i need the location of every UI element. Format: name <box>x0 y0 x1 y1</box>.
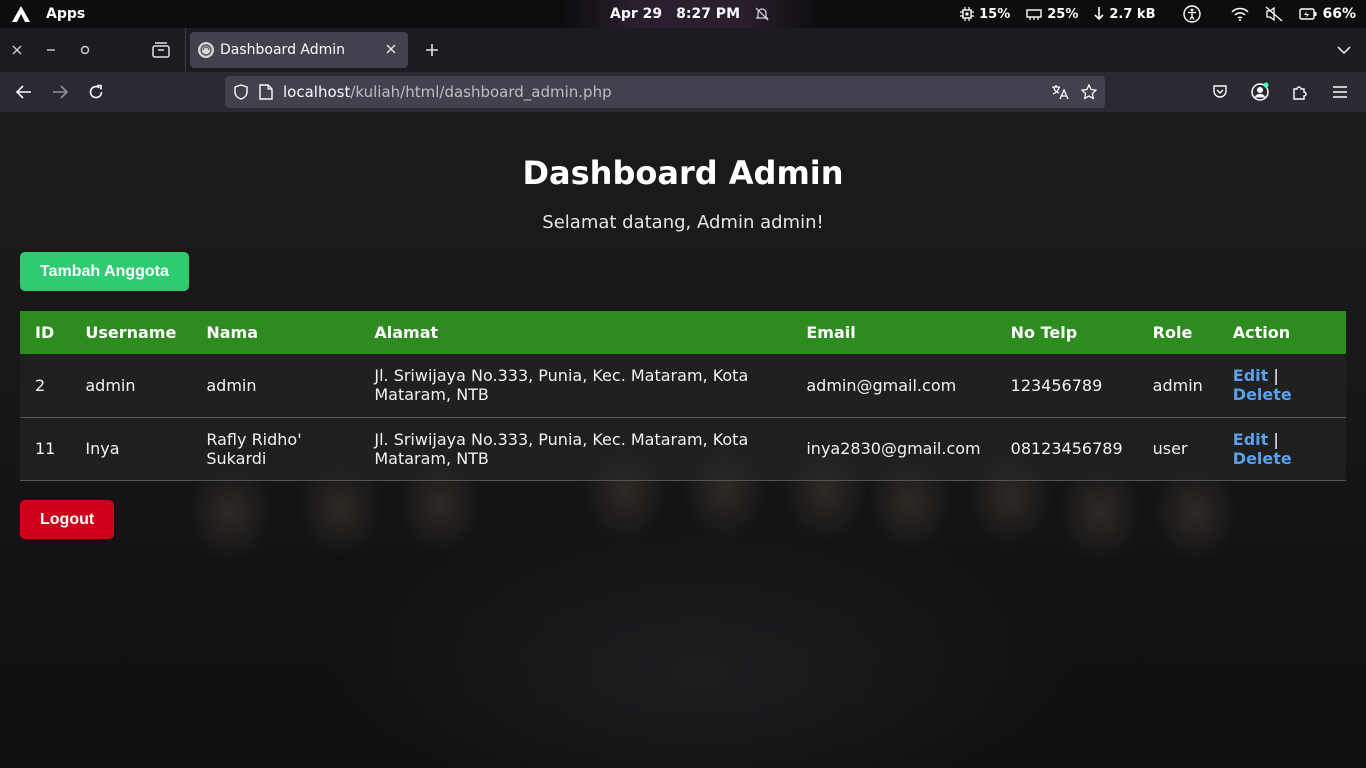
column-header-action: Action <box>1232 323 1291 342</box>
cell-email: inya2830@gmail.com <box>806 439 981 458</box>
edit-link[interactable]: Edit <box>1233 366 1269 385</box>
network-value: 2.7 kB <box>1109 6 1156 22</box>
url-host: localhost <box>283 83 351 101</box>
battery-value: 66% <box>1322 6 1356 22</box>
cpu-icon <box>960 7 975 21</box>
delete-link[interactable]: Delete <box>1233 449 1292 468</box>
cell-telp: 123456789 <box>1010 375 1103 395</box>
date-label: Apr 29 <box>609 6 663 22</box>
extensions-puzzle-icon[interactable] <box>1282 76 1318 108</box>
memory-value: 25% <box>1047 6 1079 22</box>
battery-charging-icon <box>1299 8 1317 20</box>
wifi-icon[interactable] <box>1231 7 1250 21</box>
accessibility-icon[interactable] <box>1183 5 1202 23</box>
forward-arrow-icon[interactable] <box>42 76 78 108</box>
clock-area[interactable]: Apr 29 8:27 PM <box>560 0 820 28</box>
battery-indicator[interactable]: 66% <box>1299 6 1356 22</box>
table-row: 2 admin admin Jl. Sriwijaya No.333, Puni… <box>20 354 1346 417</box>
page-info-icon[interactable] <box>259 84 273 100</box>
cell-id: 2 <box>35 375 46 395</box>
navigation-toolbar: localhost/kuliah/html/dashboard_admin.ph… <box>0 72 1366 112</box>
download-arrow-icon <box>1094 7 1104 21</box>
page-viewport: Dashboard Admin Selamat datang, Admin ad… <box>0 112 1366 768</box>
cell-nama: admin <box>206 375 257 395</box>
cell-action: Edit | Delete <box>1218 417 1346 480</box>
tab-close-icon[interactable] <box>382 42 400 58</box>
column-header-alamat: Alamat <box>374 323 439 342</box>
list-all-tabs-chevron-down-icon[interactable] <box>1332 38 1356 62</box>
url-path: /kuliah/html/dashboard_admin.php <box>350 83 612 101</box>
os-top-bar: Apps Apr 29 8:27 PM 15% 25% 2.7 kB 66% <box>0 0 1366 28</box>
time-label: 8:27 PM <box>676 6 740 22</box>
cell-alamat: Jl. Sriwijaya No.333, Punia, Kec. Matara… <box>374 429 749 468</box>
cell-username: Inya <box>85 439 120 458</box>
arch-logo-icon[interactable] <box>12 6 30 22</box>
tab-dashboard-admin[interactable]: Dashboard Admin <box>190 32 408 68</box>
column-header-nama: Nama <box>206 323 259 342</box>
cell-role: user <box>1152 439 1188 458</box>
firefox-view-icon[interactable] <box>144 28 178 72</box>
column-header-no-telp: No Telp <box>1010 323 1078 342</box>
new-tab-plus-icon[interactable] <box>420 38 444 62</box>
cell-telp: 08123456789 <box>1010 439 1123 458</box>
action-separator: | <box>1273 366 1279 386</box>
window-close-icon[interactable] <box>0 28 34 72</box>
url-text[interactable]: localhost/kuliah/html/dashboard_admin.ph… <box>283 83 612 101</box>
cell-email: admin@gmail.com <box>806 375 957 395</box>
welcome-message: Selamat datang, Admin admin! <box>542 212 824 233</box>
column-header-email: Email <box>806 323 856 342</box>
menu-hamburger-icon[interactable] <box>1322 76 1358 108</box>
site-favicon-icon <box>198 42 214 58</box>
cpu-indicator[interactable]: 15% <box>960 7 1010 22</box>
reload-icon[interactable] <box>78 76 114 108</box>
cell-role: admin <box>1152 375 1203 395</box>
cpu-value: 15% <box>979 6 1011 22</box>
cell-username: admin <box>85 375 136 395</box>
action-separator: | <box>1273 429 1279 449</box>
translate-icon[interactable] <box>1051 84 1069 100</box>
shield-tracking-protection-icon[interactable] <box>233 84 249 100</box>
window-controls <box>0 28 186 72</box>
page-title: Dashboard Admin <box>522 154 844 192</box>
network-indicator[interactable]: 2.7 kB <box>1094 7 1155 22</box>
table-row: 11 Inya Rafly Ridho' Sukardi Jl. Sriwija… <box>20 417 1346 480</box>
notifications-off-icon <box>754 6 770 22</box>
apps-launcher[interactable]: Apps <box>46 6 85 22</box>
url-bar[interactable]: localhost/kuliah/html/dashboard_admin.ph… <box>225 76 1105 108</box>
delete-link[interactable]: Delete <box>1233 385 1292 404</box>
cell-action: Edit | Delete <box>1218 354 1346 417</box>
memory-indicator[interactable]: 25% <box>1026 7 1078 22</box>
pocket-icon[interactable] <box>1202 76 1238 108</box>
logout-button[interactable]: Logout <box>20 500 115 539</box>
tab-strip: Dashboard Admin <box>0 28 1366 72</box>
memory-icon <box>1026 8 1042 20</box>
column-header-username: Username <box>85 323 177 342</box>
cell-id: 11 <box>35 439 56 458</box>
account-avatar-icon[interactable] <box>1242 76 1278 108</box>
table-header-row: ID Username Nama Alamat Email No Telp Ro… <box>20 311 1346 354</box>
column-header-role: Role <box>1152 323 1193 342</box>
cell-alamat: Jl. Sriwijaya No.333, Punia, Kec. Matara… <box>374 366 749 405</box>
volume-muted-icon[interactable] <box>1265 6 1283 22</box>
cell-nama: Rafly Ridho' Sukardi <box>206 429 302 468</box>
back-arrow-icon[interactable] <box>6 76 42 108</box>
bookmark-star-icon[interactable] <box>1081 84 1097 100</box>
column-header-id: ID <box>35 323 55 342</box>
window-maximize-icon[interactable] <box>68 28 102 72</box>
edit-link[interactable]: Edit <box>1233 430 1269 449</box>
window-minimize-icon[interactable] <box>34 28 68 72</box>
add-member-button[interactable]: Tambah Anggota <box>20 252 189 291</box>
members-table: ID Username Nama Alamat Email No Telp Ro… <box>20 311 1346 481</box>
tab-title: Dashboard Admin <box>220 42 346 58</box>
